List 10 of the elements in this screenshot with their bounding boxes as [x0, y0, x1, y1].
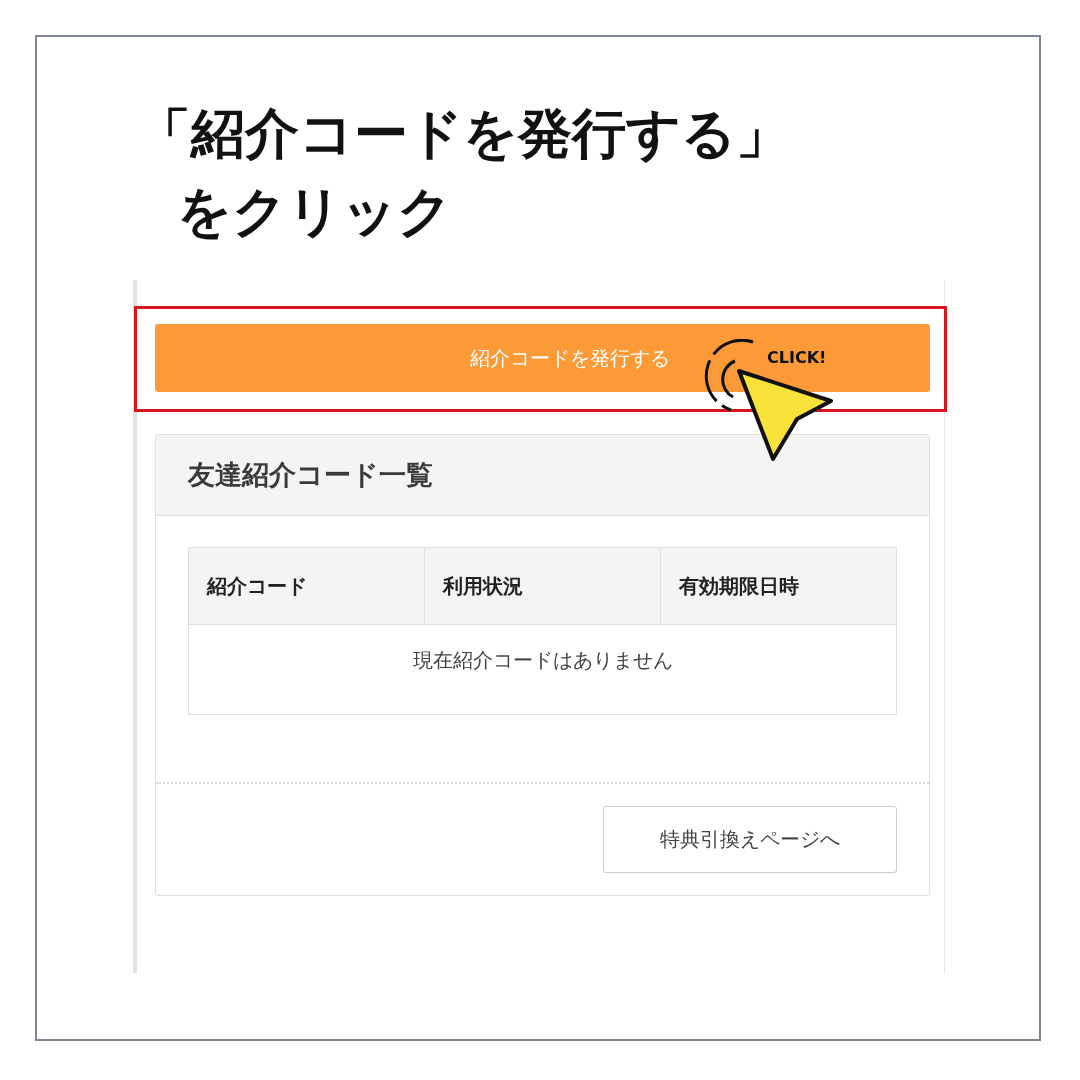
panel-title: 友達紹介コード一覧 [188, 458, 433, 492]
cursor-icon [735, 367, 835, 463]
click-label: CLICK! [767, 348, 827, 367]
column-header: 利用状況 [424, 547, 661, 625]
column-header: 紹介コード [188, 547, 425, 625]
heading-text: 「紹介コードを発行する」 [137, 101, 791, 167]
heading-text: をクリック [176, 179, 453, 245]
redeem-page-button[interactable]: 特典引換えページへ [603, 806, 897, 873]
column-header: 有効期限日時 [660, 547, 897, 625]
empty-message: 現在紹介コードはありません [188, 624, 897, 715]
